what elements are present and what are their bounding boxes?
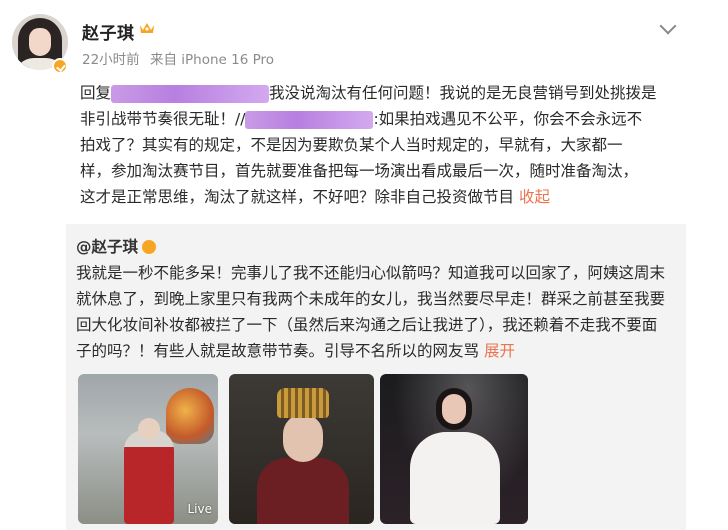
post-meta: 22小时前 来自 iPhone 16 Pro (82, 48, 280, 68)
vip-crown-icon (140, 23, 154, 33)
repost-card[interactable]: @赵子琪 我就是一秒不能多呆！完事儿了我不还能归心似箭吗？知道我可以回家了，阿姨… (66, 224, 686, 530)
costume-figure (124, 430, 174, 524)
post-text: 回复 我没说淘汰有任何问题！我说的是无良营销号到处挑拨是 非引战带节奏很无耻！//… (80, 80, 690, 210)
dragon-statue (166, 388, 214, 444)
repost-text: @赵子琪 我就是一秒不能多呆！完事儿了我不还能归心似箭吗？知道我可以回家了，阿姨… (76, 234, 676, 364)
post-line-1: 回复 我没说淘汰有任何问题！我说的是无良营销号到处挑拨是 (80, 80, 690, 106)
singer-face (442, 394, 466, 424)
post-line-2-text-b: :如果拍戏遇见不公平，你会不会永远不 (373, 110, 643, 128)
portrait-robe (257, 458, 349, 524)
repost-author[interactable]: @赵子琪 (76, 238, 138, 256)
post-line-4: 样，参加淘汰赛节目，首先就要准备把每一场演出看成最后一次，随时准备淘汰， (80, 162, 639, 180)
repost-line-4: 子的吗？！有些人就是故意带节奏。引导不名所以的网友骂 展开 (76, 338, 676, 364)
portrait-face (283, 414, 323, 462)
repost-line-4-text: 子的吗？！有些人就是故意带节奏。引导不名所以的网友骂 (76, 342, 480, 360)
blurred-mention (245, 110, 374, 129)
microphone-icon (424, 424, 434, 434)
repost-image-3[interactable] (380, 374, 528, 524)
repost-line-3: 回大化妆间补妆都被拦了一下（虽然后来沟通之后让我进了），我还赖着不走我不要面 (76, 316, 658, 334)
repost-author-line: @赵子琪 (76, 234, 676, 260)
headdress-icon (277, 388, 329, 418)
costume-figure-head (138, 418, 160, 440)
username[interactable]: 赵子琪 (82, 19, 135, 44)
post-line-5-text: 这才是正常思维，淘汰了就这样，不好吧？除非自己投资做节目 (80, 188, 515, 206)
reply-prefix: 回复 (80, 84, 112, 102)
verified-badge-icon (52, 58, 68, 74)
post-line-2-text-a: 非引战带节奏很无耻！// (80, 110, 246, 128)
repost-image-2[interactable] (229, 374, 374, 524)
chevron-down-icon[interactable] (659, 17, 677, 35)
post-line-3: 拍戏了？其实有的规定，不是因为要欺负某个人当时规定的，早就有，大家都一 (80, 136, 623, 154)
collapse-link[interactable]: 收起 (519, 188, 550, 206)
post-time: 22小时前 (82, 52, 140, 68)
repost-line-1: 我就是一秒不能多呆！完事儿了我不还能归心似箭吗？知道我可以回家了，阿姨这周末 (76, 264, 666, 282)
post-line-2: 非引战带节奏很无耻！// :如果拍戏遇见不公平，你会不会永远不 (80, 106, 690, 132)
avatar-face (29, 28, 51, 56)
blurred-mention (111, 84, 270, 103)
expand-link[interactable]: 展开 (484, 342, 515, 360)
singer-outfit (410, 432, 500, 524)
repost-image-1[interactable]: Live (78, 374, 218, 524)
post-line-5: 这才是正常思维，淘汰了就这样，不好吧？除非自己投资做节目 收起 (80, 184, 690, 210)
weibo-post-card: 赵子琪 22小时前 来自 iPhone 16 Pro 回复 我没说淘汰有任何问题！… (0, 0, 728, 530)
live-badge: Live (187, 502, 212, 516)
repost-line-2: 就休息了，到晚上家里只有我两个未成年的女儿，我当然要尽早走！群采之前甚至我要 (76, 290, 666, 308)
verified-badge-icon (142, 240, 157, 254)
post-line-1-text: 我没说淘汰有任何问题！我说的是无良营销号到处挑拨是 (269, 84, 657, 102)
post-source: 来自 iPhone 16 Pro (149, 52, 275, 68)
